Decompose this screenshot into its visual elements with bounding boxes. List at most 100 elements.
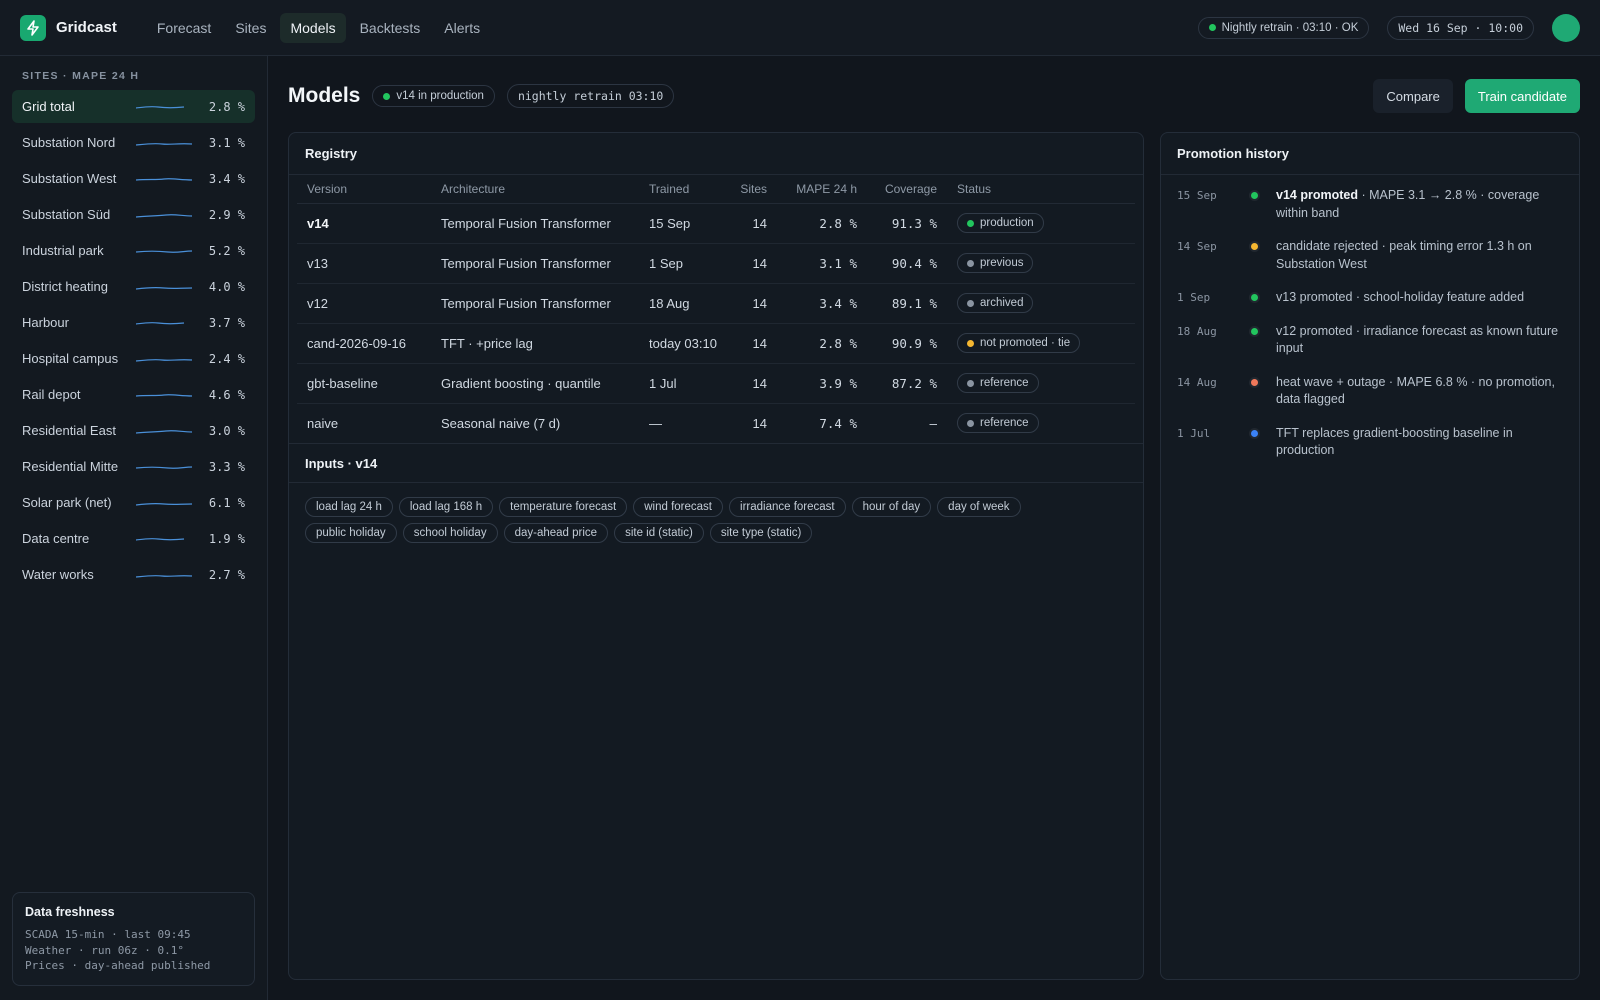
event-lead: v14 promoted [1276, 188, 1358, 202]
sparkline-icon [136, 249, 192, 253]
status-badge: archived [957, 293, 1034, 313]
col-architecture[interactable]: Architecture [431, 175, 639, 204]
col-trained[interactable]: Trained [639, 175, 729, 204]
cell-sites: 14 [729, 363, 777, 404]
site-name: Harbour [22, 315, 69, 330]
promotion-history-card: Promotion history 15 Sep v14 promoted · M… [1160, 132, 1580, 980]
nav-forecast[interactable]: Forecast [147, 13, 221, 43]
site-mape: 6.1 % [208, 495, 245, 510]
app-name: Gridcast [56, 19, 117, 36]
nav-alerts[interactable]: Alerts [434, 13, 490, 43]
avatar[interactable] [1552, 13, 1580, 42]
sidebar-site-item[interactable]: Hospital campus 2.4 % [12, 342, 255, 375]
cell-trained: 1 Jul [639, 363, 729, 404]
site-mape: 2.8 % [208, 99, 245, 114]
table-row[interactable]: v13 Temporal Fusion Transformer 1 Sep 14 3.1… [297, 243, 1135, 284]
input-feature-chip: wind forecast [633, 497, 724, 517]
nav-models[interactable]: Models [280, 12, 346, 43]
site-mape: 5.2 % [208, 243, 245, 258]
table-row[interactable]: v14 Temporal Fusion Transformer 15 Sep 14 2.… [297, 203, 1135, 244]
sidebar-site-item[interactable]: District heating 4.0 % [12, 270, 255, 303]
status-ok-icon [1208, 24, 1216, 31]
sidebar-site-item[interactable]: Harbour 3.7 % [12, 306, 255, 339]
input-feature-chip: school holiday [402, 523, 498, 543]
sparkline-icon [136, 502, 192, 506]
sidebar-site-item[interactable]: Substation Nord 3.1 % [12, 126, 255, 159]
site-name: Water works [22, 567, 94, 582]
col-status[interactable]: Status [947, 175, 1135, 204]
site-name: Substation Süd [22, 207, 111, 222]
col-sites[interactable]: Sites [729, 175, 777, 204]
table-row[interactable]: v12 Temporal Fusion Transformer 18 Aug 14 3.… [297, 283, 1135, 324]
input-feature-chip: load lag 24 h [305, 497, 393, 517]
table-row[interactable]: cand-2026-09-16 TFT · +price lag today 03:… [297, 323, 1135, 364]
cell-version: naive [307, 415, 339, 431]
cell-trained: 15 Sep [639, 203, 729, 244]
main-nav: Forecast Sites Models Backtests Alerts [147, 12, 490, 43]
compare-button[interactable]: Compare [1373, 79, 1453, 113]
sidebar-site-item[interactable]: Residential Mitte 3.3 % [12, 450, 255, 483]
status-label: production [980, 217, 1034, 229]
status-dot-icon [967, 219, 974, 227]
sidebar-site-item[interactable]: Substation West 3.4 % [12, 162, 255, 195]
table-row[interactable]: gbt-baseline Gradient boosting · quantile… [297, 363, 1135, 404]
sparkline-icon [136, 537, 185, 541]
history-event: 14 Sep candidate rejected · peak timing e… [1177, 238, 1563, 273]
nav-sites[interactable]: Sites [225, 13, 276, 43]
nav-backtests[interactable]: Backtests [350, 13, 431, 43]
cell-coverage: 87.2 % [867, 363, 947, 404]
site-mape: 3.7 % [208, 315, 245, 330]
sidebar-site-item[interactable]: Industrial park 5.2 % [12, 234, 255, 267]
event-text: v13 promoted · school-holiday feature ad… [1276, 289, 1563, 307]
event-dot-icon [1251, 192, 1258, 199]
freshness-weather: Weather · run 06z · 0.1° [25, 943, 184, 957]
page-title: Models [288, 84, 361, 107]
col-mape[interactable]: MAPE 24 h [777, 175, 867, 204]
registry-header-row: Version Architecture Trained Sites MAPE … [297, 175, 1135, 204]
table-row[interactable]: naive Seasonal naive (7 d) — 14 7.4 % – refere… [297, 403, 1135, 443]
bolt-icon[interactable] [20, 14, 46, 41]
status-label: reference [980, 417, 1029, 430]
event-dot-icon [1251, 294, 1258, 301]
site-mape: 3.0 % [208, 423, 245, 438]
event-date: 1 Jul [1177, 426, 1211, 440]
event-date: 14 Sep [1177, 240, 1217, 253]
col-version[interactable]: Version [297, 175, 431, 204]
sidebar-site-item[interactable]: Substation Süd 2.9 % [12, 198, 255, 231]
input-feature-chip: day-ahead price [503, 523, 609, 543]
status-dot-icon [967, 259, 974, 267]
sparkline-icon [136, 213, 192, 218]
col-coverage[interactable]: Coverage [867, 175, 947, 204]
registry-table: Version Architecture Trained Sites MAPE … [297, 175, 1135, 443]
sparkline-icon [136, 177, 192, 181]
sparkline-icon [136, 393, 192, 397]
status-badge: not promoted · tie [957, 333, 1081, 353]
event-dot-icon [1251, 327, 1258, 335]
sparkline-icon [136, 358, 192, 362]
site-mape: 4.6 % [208, 387, 245, 402]
cell-trained: 18 Aug [639, 283, 729, 324]
history-event: 14 Aug heat wave + outage · MAPE 6.8 % · … [1177, 374, 1563, 409]
sidebar-site-item[interactable]: Grid total 2.8 % [12, 90, 255, 123]
sidebar-site-item[interactable]: Data centre 1.9 % [12, 522, 255, 555]
production-pill-text: v14 in production [396, 90, 484, 102]
status-badge: production [957, 213, 1044, 233]
event-text: heat wave + outage · MAPE 6.8 % · no pro… [1276, 374, 1563, 409]
cell-architecture: Temporal Fusion Transformer [431, 283, 639, 324]
sidebar-site-item[interactable]: Water works 2.7 % [12, 558, 255, 591]
site-mape: 3.4 % [208, 171, 245, 186]
sidebar-site-item[interactable]: Residential East 3.0 % [12, 414, 255, 447]
train-candidate-button[interactable]: Train candidate [1464, 79, 1580, 113]
event-text: TFT replaces gradient-boosting baseline … [1276, 425, 1563, 460]
freshness-prices: Prices · day-ahead published [25, 959, 211, 972]
site-mape: 3.1 % [208, 135, 245, 150]
sidebar-site-item[interactable]: Rail depot 4.6 % [12, 378, 255, 411]
cell-sites: 14 [752, 415, 767, 431]
sidebar-site-item[interactable]: Solar park (net) 6.1 % [12, 486, 255, 519]
history-event: 1 Jul TFT replaces gradient-boosting base… [1177, 425, 1563, 460]
site-name: Substation West [22, 171, 117, 186]
status-label: archived [980, 297, 1024, 309]
cell-mape: 2.8 % [777, 323, 867, 364]
input-feature-chip: site id (static) [614, 523, 704, 543]
status-dot-icon [967, 299, 974, 307]
